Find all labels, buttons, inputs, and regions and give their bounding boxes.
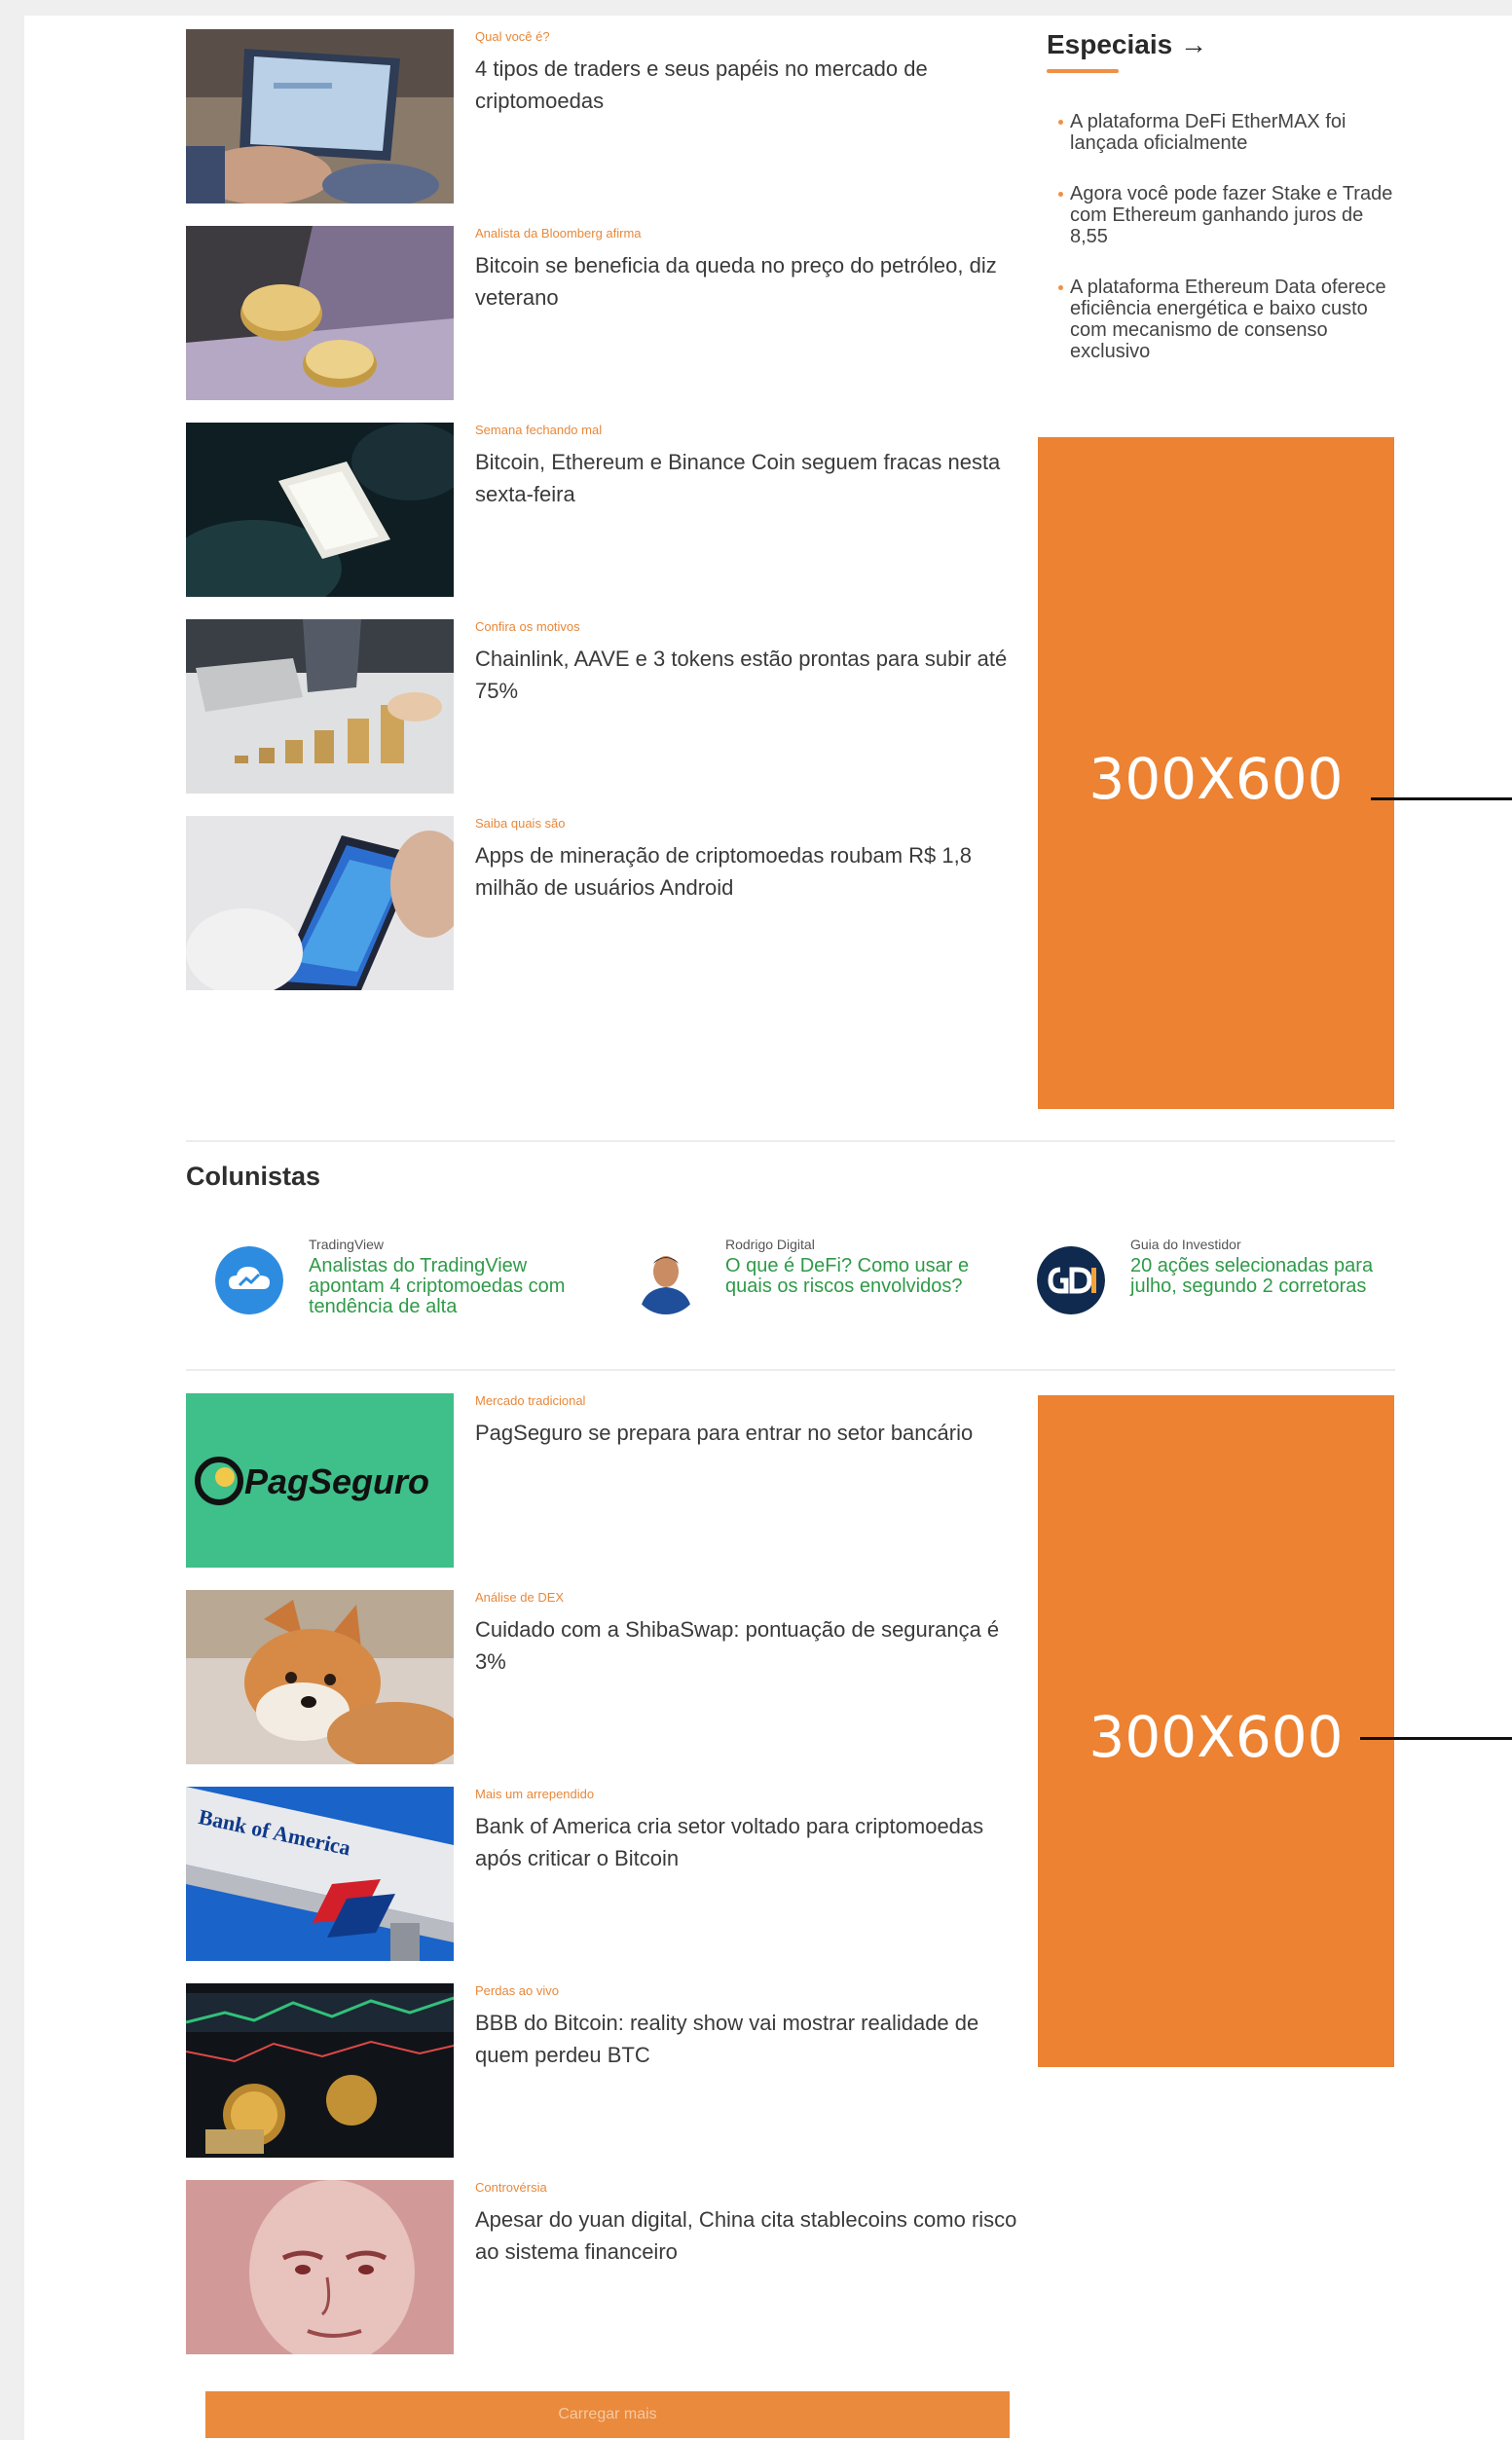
- article-kicker[interactable]: Perdas ao vivo: [475, 1983, 559, 1998]
- article-kicker[interactable]: Confira os motivos: [475, 619, 580, 634]
- ad-banner-300x600[interactable]: 300X600: [1038, 1395, 1394, 2067]
- article-title[interactable]: PagSeguro se prepara para entrar no seto…: [475, 1417, 1020, 1449]
- article-item[interactable]: Bank of America Mais um arrependido Bank…: [186, 1787, 1043, 1962]
- article-thumbnail[interactable]: Bank of America: [186, 1787, 454, 1961]
- article-thumbnail[interactable]: [186, 619, 454, 794]
- article-kicker[interactable]: Análise de DEX: [475, 1590, 564, 1605]
- article-title[interactable]: 4 tipos de traders e seus papéis no merc…: [475, 53, 1020, 117]
- specials-item[interactable]: Agora você pode fazer Stake e Trade com …: [1058, 183, 1404, 247]
- article-kicker[interactable]: Controvérsia: [475, 2180, 547, 2195]
- article-kicker[interactable]: Analista da Bloomberg afirma: [475, 226, 642, 240]
- article-item[interactable]: Analista da Bloomberg afirma Bitcoin se …: [186, 226, 1043, 401]
- specials-list: A plataforma DeFi EtherMAX foi lançada o…: [1058, 111, 1404, 391]
- specials-underline: [1047, 69, 1119, 73]
- article-item[interactable]: Saiba quais são Apps de mineração de cri…: [186, 816, 1043, 991]
- section-divider: [186, 1369, 1395, 1371]
- article-title[interactable]: Cuidado com a ShibaSwap: pontuação de se…: [475, 1613, 1020, 1678]
- load-more-button[interactable]: Carregar mais: [205, 2391, 1010, 2438]
- article-kicker[interactable]: Saiba quais são: [475, 816, 566, 831]
- gdi-logo[interactable]: [1037, 1246, 1105, 1314]
- columnist-article-title[interactable]: O que é DeFi? Como usar e quais os risco…: [725, 1256, 993, 1297]
- columnist-card[interactable]: Guia do Investidor 20 ações selecionadas…: [1037, 1237, 1407, 1334]
- columnist-article-title[interactable]: 20 ações selecionadas para julho, segund…: [1130, 1256, 1398, 1297]
- article-item[interactable]: Confira os motivos Chainlink, AAVE e 3 t…: [186, 619, 1043, 795]
- article-title[interactable]: Chainlink, AAVE e 3 tokens estão prontas…: [475, 643, 1020, 707]
- article-kicker[interactable]: Mais um arrependido: [475, 1787, 594, 1801]
- ad-pointer-line: [1360, 1737, 1512, 1740]
- article-thumbnail[interactable]: PagSeguro: [186, 1393, 454, 1568]
- specials-heading[interactable]: Especiais →: [1047, 29, 1207, 60]
- article-item[interactable]: Controvérsia Apesar do yuan digital, Chi…: [186, 2180, 1043, 2355]
- article-item[interactable]: Qual você é? 4 tipos de traders e seus p…: [186, 29, 1043, 204]
- article-item[interactable]: Perdas ao vivo BBB do Bitcoin: reality s…: [186, 1983, 1043, 2159]
- columnist-card[interactable]: Rodrigo Digital O que é DeFi? Como usar …: [632, 1237, 1002, 1334]
- article-kicker[interactable]: Qual você é?: [475, 29, 550, 44]
- article-thumbnail[interactable]: [186, 1983, 454, 2158]
- ad-size-label: 300X600: [1088, 1704, 1344, 1770]
- specials-item[interactable]: A plataforma DeFi EtherMAX foi lançada o…: [1058, 111, 1404, 154]
- article-thumbnail[interactable]: [186, 29, 454, 203]
- article-title[interactable]: Apesar do yuan digital, China cita stabl…: [475, 2203, 1020, 2268]
- article-title[interactable]: Bitcoin se beneficia da queda no preço d…: [475, 249, 1020, 314]
- article-title[interactable]: BBB do Bitcoin: reality show vai mostrar…: [475, 2007, 1020, 2071]
- person-photo[interactable]: [632, 1246, 700, 1314]
- ad-banner-300x600[interactable]: 300X600: [1038, 437, 1394, 1109]
- article-thumbnail[interactable]: [186, 423, 454, 597]
- section-divider: [186, 1140, 1395, 1142]
- article-kicker[interactable]: Mercado tradicional: [475, 1393, 585, 1408]
- ad-size-label: 300X600: [1088, 746, 1344, 812]
- columnist-card[interactable]: TradingView Analistas do TradingView apo…: [215, 1237, 585, 1334]
- columnist-name: Rodrigo Digital: [725, 1237, 815, 1252]
- article-item[interactable]: Semana fechando mal Bitcoin, Ethereum e …: [186, 423, 1043, 598]
- article-thumbnail[interactable]: [186, 816, 454, 990]
- article-item[interactable]: PagSeguro Mercado tradicional PagSeguro …: [186, 1393, 1043, 1569]
- article-title[interactable]: Bitcoin, Ethereum e Binance Coin seguem …: [475, 446, 1020, 510]
- specials-item[interactable]: A plataforma Ethereum Data oferece efici…: [1058, 277, 1404, 362]
- columnist-name: TradingView: [309, 1237, 385, 1252]
- article-title[interactable]: Apps de mineração de criptomoedas roubam…: [475, 839, 1020, 904]
- ad-pointer-line: [1371, 797, 1512, 800]
- article-thumbnail[interactable]: [186, 226, 454, 400]
- page-card: Qual você é? 4 tipos de traders e seus p…: [24, 16, 1512, 2440]
- columnist-name: Guia do Investidor: [1130, 1237, 1241, 1252]
- article-kicker[interactable]: Semana fechando mal: [475, 423, 602, 437]
- columnist-article-title[interactable]: Analistas do TradingView apontam 4 cript…: [309, 1256, 576, 1317]
- article-thumbnail[interactable]: [186, 2180, 454, 2354]
- article-item[interactable]: Análise de DEX Cuidado com a ShibaSwap: …: [186, 1590, 1043, 1765]
- columnists-heading: Colunistas: [186, 1162, 321, 1191]
- article-title[interactable]: Bank of America cria setor voltado para …: [475, 1810, 1020, 1874]
- pagseguro-wordmark: PagSeguro: [244, 1461, 430, 1501]
- tradingview-cloud-icon[interactable]: [215, 1246, 283, 1314]
- article-thumbnail[interactable]: [186, 1590, 454, 1764]
